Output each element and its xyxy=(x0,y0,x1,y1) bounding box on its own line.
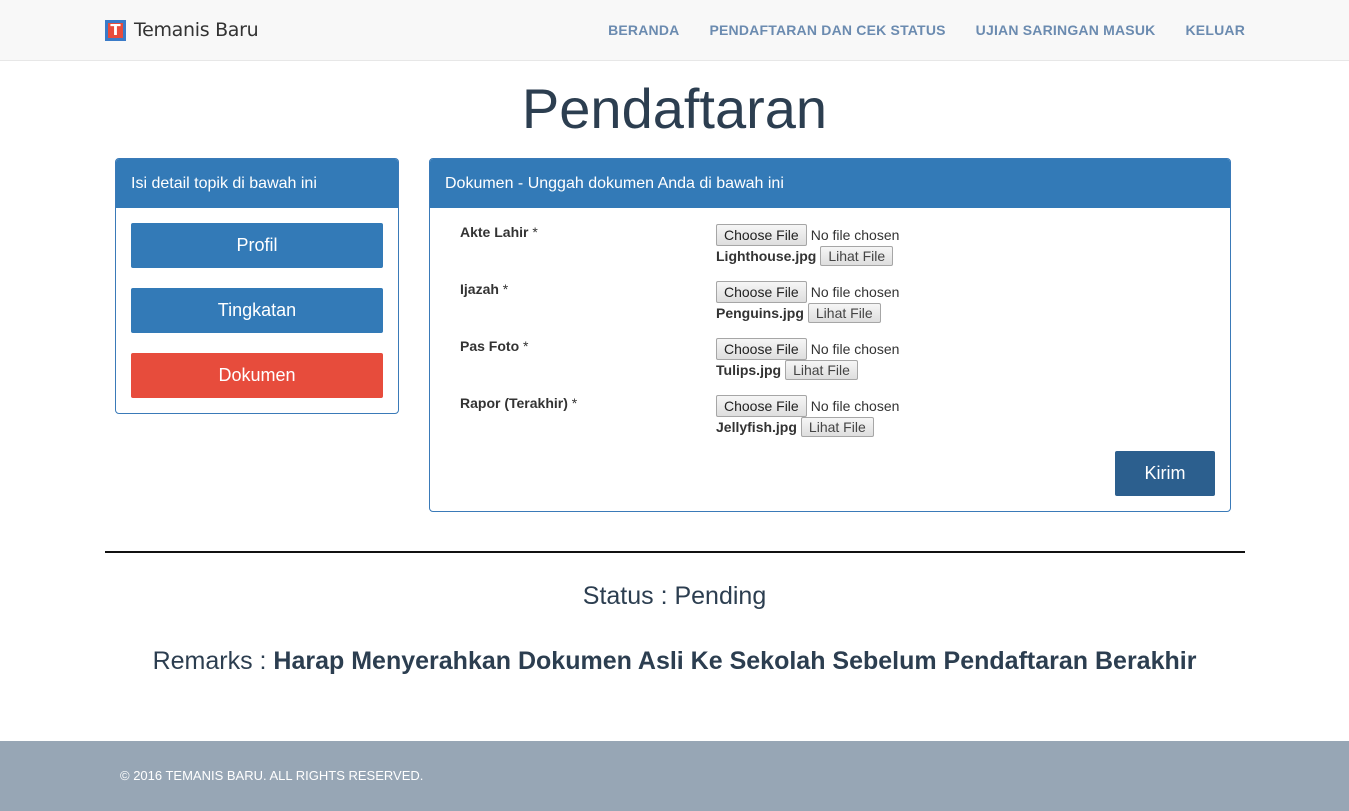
footer: © 2016 TEMANIS BARU. ALL RIGHTS RESERVED… xyxy=(0,741,1349,811)
view-file-button[interactable]: Lihat File xyxy=(800,417,874,437)
no-file-text: No file chosen xyxy=(810,341,900,357)
brand-name: Temanis Baru xyxy=(134,19,259,41)
nav-link-pendaftaran[interactable]: PENDAFTARAN DAN CEK STATUS xyxy=(709,22,945,38)
doc-label: Akte Lahir * xyxy=(460,224,538,240)
uploaded-file: Lighthouse.jpg Lihat File xyxy=(716,246,894,266)
sidebar-panel: Isi detail topik di bawah ini Profil Tin… xyxy=(115,158,399,414)
file-input: Choose File No file chosen xyxy=(716,395,899,417)
view-file-button[interactable]: Lihat File xyxy=(807,303,881,323)
file-name: Lighthouse.jpg xyxy=(716,248,817,264)
documents-heading: Dokumen - Unggah dokumen Anda di bawah i… xyxy=(430,159,1230,208)
no-file-text: No file chosen xyxy=(810,284,900,300)
doc-row-pas-foto: Pas Foto * Choose File No file chosen Tu… xyxy=(430,338,1230,388)
remarks: Remarks : Harap Menyerahkan Dokumen Asli… xyxy=(0,647,1349,676)
nav-menu: BERANDA PENDAFTARAN DAN CEK STATUS UJIAN… xyxy=(578,0,1245,60)
view-file-button[interactable]: Lihat File xyxy=(820,246,894,266)
doc-row-ijazah: Ijazah * Choose File No file chosen Peng… xyxy=(430,281,1230,331)
doc-label: Ijazah * xyxy=(460,281,509,297)
doc-row-akte-lahir: Akte Lahir * Choose File No file chosen … xyxy=(430,224,1230,274)
dokumen-button[interactable]: Dokumen xyxy=(131,353,383,398)
documents-panel: Dokumen - Unggah dokumen Anda di bawah i… xyxy=(429,158,1231,512)
file-input: Choose File No file chosen xyxy=(716,281,899,303)
sidebar-heading: Isi detail topik di bawah ini xyxy=(116,159,398,208)
choose-file-button[interactable]: Choose File xyxy=(716,281,807,303)
nav-link-beranda[interactable]: BERANDA xyxy=(608,22,679,38)
choose-file-button[interactable]: Choose File xyxy=(716,395,807,417)
status-text: Status : Pending xyxy=(582,582,767,610)
choose-file-button[interactable]: Choose File xyxy=(716,224,807,246)
remarks-text: Harap Menyerahkan Dokumen Asli Ke Sekola… xyxy=(273,647,1197,675)
submit-button[interactable]: Kirim xyxy=(1115,451,1215,496)
view-file-button[interactable]: Lihat File xyxy=(785,360,858,380)
uploaded-file: Tulips.jpg Lihat File xyxy=(716,360,858,380)
no-file-text: No file chosen xyxy=(810,398,900,414)
uploaded-file: Jellyfish.jpg Lihat File xyxy=(716,417,874,437)
choose-file-button[interactable]: Choose File xyxy=(716,338,807,360)
file-name: Tulips.jpg xyxy=(716,362,782,378)
no-file-text: No file chosen xyxy=(810,227,900,243)
brand-logo-icon xyxy=(105,19,126,41)
file-name: Jellyfish.jpg xyxy=(716,419,797,435)
file-input: Choose File No file chosen xyxy=(716,338,899,360)
file-name: Penguins.jpg xyxy=(716,305,804,321)
doc-label: Pas Foto * xyxy=(460,338,529,354)
file-input: Choose File No file chosen xyxy=(716,224,899,246)
navbar: Temanis Baru BERANDA PENDAFTARAN DAN CEK… xyxy=(0,0,1349,61)
tingkatan-button[interactable]: Tingkatan xyxy=(131,288,383,333)
profil-button[interactable]: Profil xyxy=(131,223,383,268)
doc-row-rapor: Rapor (Terakhir) * Choose File No file c… xyxy=(430,395,1230,445)
nav-link-ujian[interactable]: UJIAN SARINGAN MASUK xyxy=(976,22,1156,38)
nav-link-keluar[interactable]: KELUAR xyxy=(1185,22,1245,38)
uploaded-file: Penguins.jpg Lihat File xyxy=(716,303,881,323)
footer-copyright: © 2016 TEMANIS BARU. ALL RIGHTS RESERVED… xyxy=(120,768,424,783)
remarks-label: Remarks : xyxy=(152,647,267,675)
brand-link[interactable]: Temanis Baru xyxy=(105,19,259,41)
page-title: Pendaftaran xyxy=(521,77,828,140)
doc-label: Rapor (Terakhir) * xyxy=(460,395,578,411)
divider xyxy=(105,551,1245,553)
